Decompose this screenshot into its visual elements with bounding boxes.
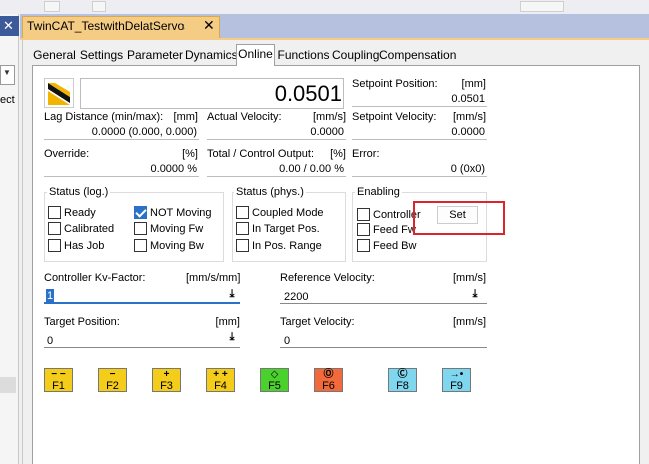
axis-state-logo [44, 78, 74, 108]
override-value: 0.0000 % [150, 163, 197, 175]
reference-velocity-unit: [mm/s] [453, 272, 486, 284]
moving-fw-label: Moving Fw [150, 223, 204, 235]
controller-checkbox[interactable] [357, 208, 370, 221]
tab-dynamics[interactable]: Dynamics [185, 46, 238, 66]
fast-minus-icon: − − [51, 369, 66, 380]
coupled-mode-checkbox[interactable] [236, 206, 249, 219]
f6-stop-button[interactable]: Ⓞ F6 [314, 368, 343, 392]
reference-velocity-value: 2200 [284, 291, 309, 303]
f5-start-button[interactable]: ◇ F5 [260, 368, 289, 392]
target-position-unit: [mm] [215, 316, 240, 328]
lag-distance-value: 0.0000 (0.000, 0.000) [91, 126, 197, 138]
controller-kv-unit: [mm/s/mm] [186, 272, 241, 284]
download-target-position-icon[interactable]: ⤓ [226, 331, 238, 343]
chevron-down-icon[interactable]: ▼ [3, 68, 11, 77]
solution-explorer-selected-row[interactable] [0, 377, 16, 393]
toolbar-combo[interactable] [44, 1, 60, 12]
setpoint-position-value: 0.0501 [451, 93, 485, 105]
actual-position-value: 0.0501 [274, 81, 342, 106]
in-target-pos-checkbox[interactable] [236, 222, 249, 235]
target-position-value: 0 [47, 335, 54, 347]
f4-key-label: F4 [214, 380, 227, 392]
ready-checkbox[interactable] [48, 206, 61, 219]
toolbar-button[interactable] [92, 1, 106, 12]
solution-explorer-text: ect [0, 94, 15, 106]
status-phys-title: Status (phys.) [234, 186, 306, 198]
coupled-mode-label: Coupled Mode [252, 207, 324, 219]
tab-settings[interactable]: Settings [79, 46, 124, 66]
in-pos-range-label: In Pos. Range [252, 240, 322, 252]
plus-icon: + [163, 369, 170, 380]
feed-bw-checkbox[interactable] [357, 239, 370, 252]
error-value: 0 (0x0) [450, 163, 485, 175]
feed-bw-label: Feed Bw [373, 240, 417, 252]
setpoint-velocity-value: 0.0000 [451, 126, 485, 138]
not-moving-label: NOT Moving [150, 207, 212, 219]
highlight-box [413, 201, 505, 235]
arrow-to-point-icon: →• [449, 369, 464, 380]
enabling-title: Enabling [355, 186, 402, 198]
target-velocity-unit: [mm/s] [453, 316, 486, 328]
actual-velocity-value: 0.0000 [310, 126, 344, 138]
target-position-label: Target Position: [44, 316, 120, 328]
feed-fw-checkbox[interactable] [357, 223, 370, 236]
in-pos-range-checkbox[interactable] [236, 239, 249, 252]
not-moving-checkbox[interactable] [134, 206, 147, 219]
fast-plus-icon: + + [213, 369, 228, 380]
controller-kv-input[interactable] [44, 286, 240, 304]
f4-fast-forward-button[interactable]: + + F4 [206, 368, 235, 392]
target-velocity-value: 0 [284, 335, 291, 347]
controller-kv-value: 1 [46, 289, 55, 303]
close-icon[interactable]: ✕ [203, 17, 215, 34]
f3-forward-button[interactable]: + F3 [152, 368, 181, 392]
reference-velocity-input[interactable] [280, 286, 487, 304]
f1-fast-backward-button[interactable]: − − F1 [44, 368, 73, 392]
target-velocity-input[interactable] [280, 330, 487, 348]
stop-circle-icon: Ⓞ [323, 369, 334, 380]
target-velocity-label: Target Velocity: [280, 316, 355, 328]
start-diamond-icon: ◇ [270, 369, 279, 380]
calibrated-label: Calibrated [64, 223, 115, 235]
reset-circle-icon: Ⓒ [397, 369, 408, 380]
moving-bw-label: Moving Bw [150, 240, 204, 252]
target-position-input[interactable] [44, 330, 240, 348]
toolbar-combo[interactable] [520, 1, 564, 12]
total-output-value: 0.00 / 0.00 % [279, 163, 344, 175]
f6-key-label: F6 [322, 380, 335, 392]
feed-fw-label: Feed Fw [373, 224, 416, 236]
f9-key-label: F9 [450, 380, 463, 392]
document-tab-title: TwinCAT_TestwithDelatServo [27, 19, 185, 33]
tab-compensation[interactable]: Compensation [379, 46, 456, 66]
moving-bw-checkbox[interactable] [134, 239, 147, 252]
beckhoff-logo-icon [48, 83, 70, 105]
controller-kv-label: Controller Kv-Factor: [44, 272, 146, 284]
ready-label: Ready [64, 207, 96, 219]
tab-parameter[interactable]: Parameter [127, 46, 183, 66]
calibrated-checkbox[interactable] [48, 222, 61, 235]
download-kv-icon[interactable]: ⤓ [226, 288, 238, 300]
f8-key-label: F8 [396, 380, 409, 392]
tab-functions[interactable]: Functions [277, 46, 330, 66]
tab-online[interactable]: Online [236, 44, 275, 67]
has-job-label: Has Job [64, 240, 105, 252]
f1-key-label: F1 [52, 380, 65, 392]
close-icon[interactable]: ✕ [3, 16, 17, 36]
f3-key-label: F3 [160, 380, 173, 392]
in-target-pos-label: In Target Pos. [252, 223, 320, 235]
f9-set-position-button[interactable]: →• F9 [442, 368, 471, 392]
download-ref-velocity-icon[interactable]: ⤓ [469, 288, 481, 300]
pin-icon[interactable]: ⭭ [182, 20, 185, 36]
moving-fw-checkbox[interactable] [134, 222, 147, 235]
f8-reset-button[interactable]: Ⓒ F8 [388, 368, 417, 392]
tab-coupling[interactable]: Coupling [332, 46, 379, 66]
f2-backward-button[interactable]: − F2 [98, 368, 127, 392]
top-toolbar-strip [0, 0, 649, 14]
status-log-title: Status (log.) [47, 186, 111, 198]
minus-icon: − [109, 369, 116, 380]
has-job-checkbox[interactable] [48, 239, 61, 252]
reference-velocity-label: Reference Velocity: [280, 272, 375, 284]
tab-general[interactable]: General [33, 46, 76, 66]
f2-key-label: F2 [106, 380, 119, 392]
f5-key-label: F5 [268, 380, 281, 392]
